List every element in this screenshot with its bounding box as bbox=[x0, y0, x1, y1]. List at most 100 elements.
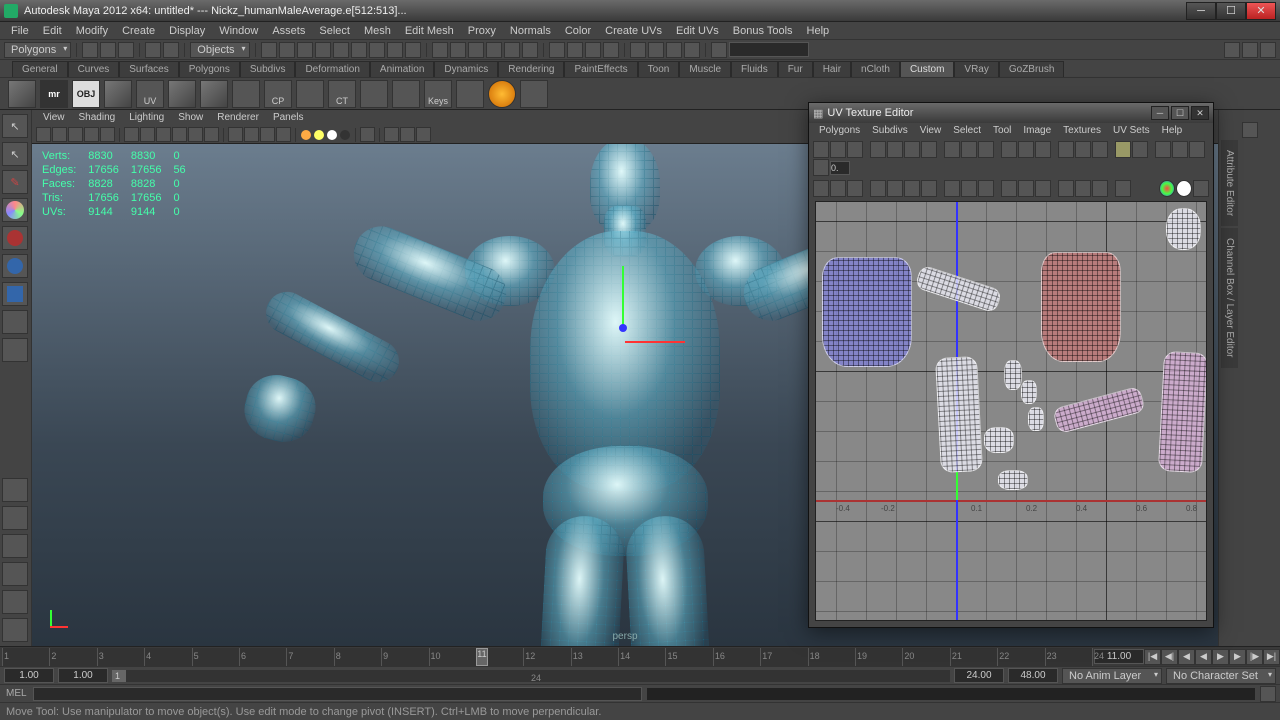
render-icon[interactable] bbox=[666, 42, 682, 58]
step-back-key-button[interactable]: ◀| bbox=[1161, 649, 1178, 665]
uv-tb-icon[interactable] bbox=[944, 180, 960, 197]
mask-icon[interactable] bbox=[261, 42, 277, 58]
uv-menu-uv-sets[interactable]: UV Sets bbox=[1107, 123, 1156, 139]
range-out-field[interactable] bbox=[954, 668, 1004, 683]
uv-tb-icon[interactable] bbox=[1035, 141, 1051, 158]
command-input[interactable] bbox=[33, 687, 643, 701]
menu-window[interactable]: Window bbox=[212, 22, 265, 40]
render-icon[interactable] bbox=[630, 42, 646, 58]
uv-menu-polygons[interactable]: Polygons bbox=[813, 123, 866, 139]
panel-tb-icon[interactable] bbox=[276, 127, 291, 142]
character-set-dropdown[interactable]: No Character Set bbox=[1166, 668, 1276, 684]
uv-tb-icon[interactable] bbox=[1115, 180, 1131, 197]
soft-mod-tool[interactable] bbox=[2, 310, 28, 334]
shelf-icon[interactable] bbox=[8, 80, 36, 108]
uv-tb-icon[interactable] bbox=[847, 141, 863, 158]
move-gizmo-y-axis[interactable] bbox=[622, 266, 624, 326]
uv-tb-icon[interactable] bbox=[1115, 141, 1131, 158]
single-pane-layout[interactable] bbox=[2, 478, 28, 502]
uv-tb-icon[interactable] bbox=[1189, 141, 1205, 158]
play-forward-button[interactable]: ▶ bbox=[1212, 649, 1229, 665]
history-icon[interactable] bbox=[603, 42, 619, 58]
history-icon[interactable] bbox=[585, 42, 601, 58]
move-gizmo-center[interactable] bbox=[619, 324, 627, 332]
uv-tb-icon[interactable] bbox=[1018, 180, 1034, 197]
range-end-field[interactable] bbox=[1008, 668, 1058, 683]
panel-tb-icon[interactable] bbox=[124, 127, 139, 142]
mask-icon[interactable] bbox=[351, 42, 367, 58]
lasso-tool[interactable]: ↖ bbox=[2, 142, 28, 166]
cmd-quick-input[interactable] bbox=[729, 42, 809, 57]
panel-tb-icon[interactable] bbox=[68, 127, 83, 142]
goto-start-button[interactable]: |◀ bbox=[1144, 649, 1161, 665]
uv-menu-select[interactable]: Select bbox=[947, 123, 987, 139]
shelf-icon[interactable]: UV bbox=[136, 80, 164, 108]
render-icon[interactable] bbox=[684, 42, 700, 58]
uv-tb-icon[interactable] bbox=[961, 141, 977, 158]
play-back-button[interactable]: ◀ bbox=[1195, 649, 1212, 665]
four-pane-layout[interactable] bbox=[2, 506, 28, 530]
panel-tb-icon[interactable] bbox=[172, 127, 187, 142]
shelf-tab-subdivs[interactable]: Subdivs bbox=[240, 61, 296, 77]
panel-tb-icon[interactable] bbox=[416, 127, 431, 142]
shelf-obj-icon[interactable]: OBJ bbox=[72, 80, 100, 108]
uv-tb-icon[interactable] bbox=[1001, 180, 1017, 197]
shelf-tab-rendering[interactable]: Rendering bbox=[498, 61, 564, 77]
close-button[interactable]: ✕ bbox=[1246, 2, 1276, 20]
mask-icon[interactable] bbox=[405, 42, 421, 58]
shelf-tab-polygons[interactable]: Polygons bbox=[179, 61, 240, 77]
uv-shell[interactable] bbox=[1021, 380, 1037, 404]
uv-tb-icon[interactable] bbox=[904, 180, 920, 197]
uv-tb-icon[interactable] bbox=[1075, 180, 1091, 197]
uv-tb-icon[interactable] bbox=[870, 180, 886, 197]
panel-tb-icon[interactable] bbox=[52, 127, 67, 142]
window-titlebar[interactable]: Autodesk Maya 2012 x64: untitled* --- Ni… bbox=[0, 0, 1280, 22]
uv-shell[interactable] bbox=[1166, 208, 1201, 250]
mask-icon[interactable] bbox=[315, 42, 331, 58]
range-slider[interactable]: 1 24 bbox=[112, 670, 950, 682]
uv-tb-icon[interactable] bbox=[887, 141, 903, 158]
selection-mask-dropdown[interactable]: Objects bbox=[190, 42, 249, 58]
script-editor-icon[interactable] bbox=[1260, 686, 1276, 702]
shelf-tab-gozbrush[interactable]: GoZBrush bbox=[999, 61, 1065, 77]
panel-menu-shading[interactable]: Shading bbox=[72, 110, 123, 126]
cmd-lang-label[interactable]: MEL bbox=[0, 688, 33, 699]
menu-edit-mesh[interactable]: Edit Mesh bbox=[398, 22, 461, 40]
attribute-editor-tab[interactable]: Attribute Editor bbox=[1221, 140, 1238, 226]
shelf-icon[interactable] bbox=[232, 80, 260, 108]
uv-tb-icon[interactable] bbox=[961, 180, 977, 197]
shelf-tab-general[interactable]: General bbox=[12, 61, 68, 77]
uv-tb-icon[interactable] bbox=[978, 141, 994, 158]
panel-tb-icon[interactable] bbox=[188, 127, 203, 142]
uv-tb-icon[interactable] bbox=[1193, 180, 1209, 197]
mask-icon[interactable] bbox=[297, 42, 313, 58]
uv-shell[interactable] bbox=[935, 356, 983, 473]
panel-tb-icon[interactable] bbox=[84, 127, 99, 142]
shelf-script-icon[interactable] bbox=[488, 80, 516, 108]
panel-tb-icon[interactable] bbox=[100, 127, 115, 142]
minimize-button[interactable]: ─ bbox=[1186, 2, 1216, 20]
render-icon[interactable] bbox=[648, 42, 664, 58]
shelf-tab-dynamics[interactable]: Dynamics bbox=[434, 61, 498, 77]
panel-menu-view[interactable]: View bbox=[36, 110, 72, 126]
panel-tb-icon[interactable] bbox=[260, 127, 275, 142]
menu-normals[interactable]: Normals bbox=[503, 22, 558, 40]
uv-tb-icon[interactable] bbox=[830, 180, 846, 197]
shelf-icon[interactable] bbox=[168, 80, 196, 108]
snap-icon[interactable] bbox=[504, 42, 520, 58]
snap-icon[interactable] bbox=[486, 42, 502, 58]
move-gizmo-x-axis[interactable] bbox=[625, 341, 685, 343]
step-back-button[interactable]: ◀ bbox=[1178, 649, 1195, 665]
uv-shell[interactable] bbox=[1158, 351, 1207, 473]
light-dot-icon[interactable] bbox=[301, 130, 311, 140]
shelf-icon[interactable]: CT bbox=[328, 80, 356, 108]
menu-proxy[interactable]: Proxy bbox=[461, 22, 503, 40]
shelf-icon[interactable] bbox=[200, 80, 228, 108]
time-slider[interactable]: 1234567891011121314151617181920212223241… bbox=[0, 646, 1280, 666]
open-scene-icon[interactable] bbox=[100, 42, 116, 58]
attr-editor-toggle-icon[interactable] bbox=[1224, 42, 1240, 58]
last-tool[interactable] bbox=[2, 338, 28, 362]
uv-tb-icon[interactable] bbox=[1155, 141, 1171, 158]
snap-icon[interactable] bbox=[468, 42, 484, 58]
panel-menu-panels[interactable]: Panels bbox=[266, 110, 311, 126]
